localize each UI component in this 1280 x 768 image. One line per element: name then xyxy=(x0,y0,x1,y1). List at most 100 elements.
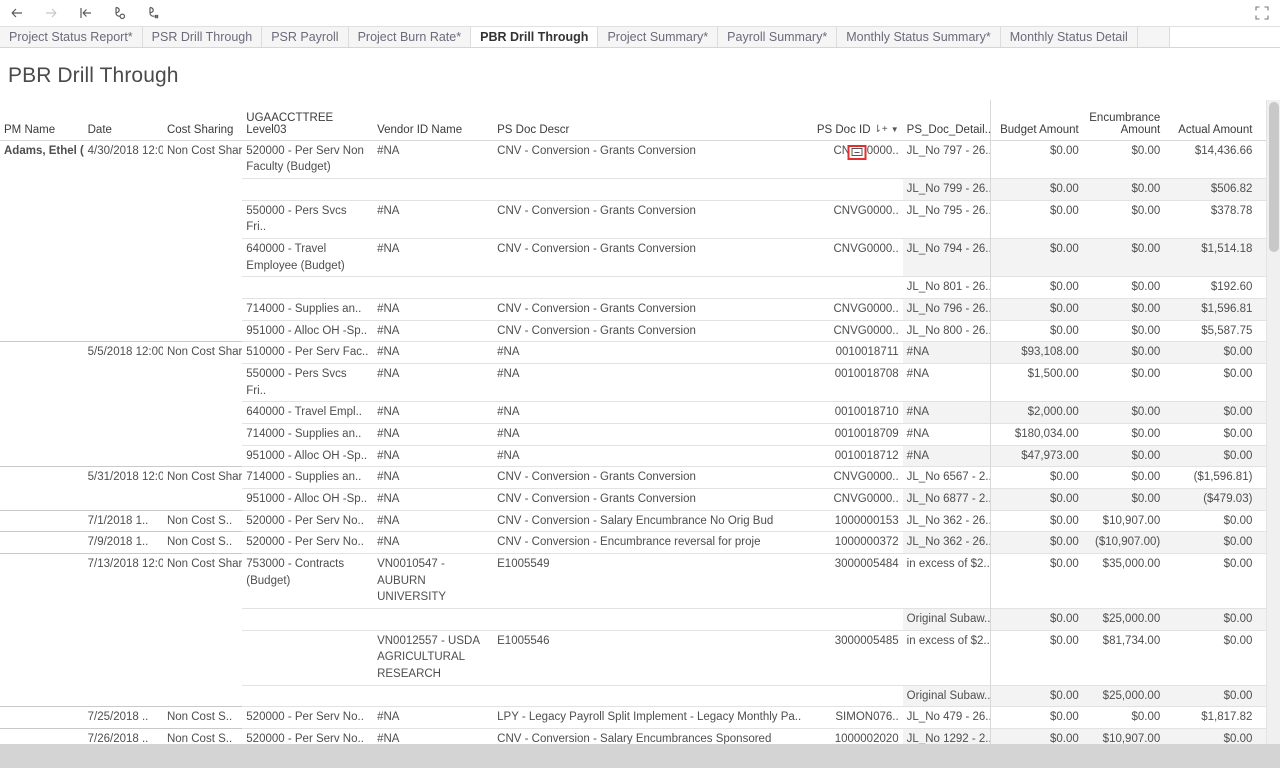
cell-cost_sharing[interactable] xyxy=(163,178,242,200)
cell-doc_descr[interactable]: CNV - Conversion - Encumbrance reversal … xyxy=(493,531,811,554)
cell-pm_name[interactable] xyxy=(0,552,84,609)
cell-account_tree[interactable]: 520000 - Per Serv No.. xyxy=(242,509,374,532)
cell-doc_descr[interactable] xyxy=(493,177,811,201)
tab-psr-drill-through[interactable]: PSR Drill Through xyxy=(142,27,263,47)
cell-date[interactable] xyxy=(84,630,163,685)
cell-actual[interactable]: $0.00 xyxy=(1164,401,1257,424)
cell-doc_detail[interactable]: JL_No 801 - 26.. xyxy=(902,276,991,299)
table-row[interactable]: VN0012557 - USDA AGRICULTURAL RESEARCH E1… xyxy=(0,629,1280,686)
cell-budget[interactable]: $0.00 xyxy=(990,552,1083,609)
cell-actual[interactable]: $0.00 xyxy=(1164,422,1257,446)
cell-doc_detail[interactable]: #NA xyxy=(902,401,991,424)
cell-doc_descr[interactable]: CNV - Conversion - Grants Conversion xyxy=(493,237,811,277)
refresh-data-icon[interactable] xyxy=(102,0,136,26)
cell-vendor[interactable]: #NA xyxy=(373,531,494,554)
cell-account_tree[interactable]: 510000 - Per Serv Fac.. xyxy=(242,341,374,364)
cell-doc_detail[interactable]: in excess of $2.. xyxy=(902,629,991,686)
column-header-vendor-id-name[interactable]: Vendor ID Name xyxy=(373,100,494,141)
cell-actual[interactable]: $0.00 xyxy=(1164,531,1257,554)
cell-cost_sharing[interactable]: Non Cost S.. xyxy=(162,509,243,532)
cell-doc_descr[interactable] xyxy=(493,607,811,631)
cell-doc_detail[interactable]: JL_No 479 - 26.. xyxy=(902,706,991,729)
cell-cost_sharing[interactable] xyxy=(163,200,242,238)
cell-cost_sharing[interactable] xyxy=(163,363,242,401)
cell-cost_sharing[interactable]: Non Cost Sharing xyxy=(163,140,242,178)
tab-psr-payroll[interactable]: PSR Payroll xyxy=(262,27,349,47)
table-row[interactable]: 7/9/2018 1.. Non Cost S.. 520000 - Per Ser… xyxy=(0,531,1280,554)
cell-pm_name[interactable] xyxy=(0,706,84,729)
cell-account_tree[interactable]: 951000 - Alloc OH -Sp.. xyxy=(242,319,374,342)
cell-encumbrance[interactable]: $0.00 xyxy=(1082,487,1165,511)
cell-date[interactable]: 5/5/2018 12:00:00 AM xyxy=(83,341,163,364)
column-header-pm-name[interactable]: PM Name xyxy=(0,100,84,141)
cell-actual[interactable]: $0.00 xyxy=(1164,629,1257,686)
cell-encumbrance[interactable]: $0.00 xyxy=(1082,341,1165,364)
cell-actual[interactable]: $1,596.81 xyxy=(1164,297,1257,321)
cell-doc_id[interactable]: CNVG0000.. xyxy=(810,237,903,277)
cell-actual[interactable]: $0.00 xyxy=(1164,607,1257,631)
cell-budget[interactable]: $0.00 xyxy=(990,629,1083,686)
cell-encumbrance[interactable]: $25,000.00 xyxy=(1082,607,1165,631)
cell-doc_id[interactable]: CNVG0000.. xyxy=(810,297,903,321)
cell-account_tree[interactable]: 951000 - Alloc OH -Sp.. xyxy=(242,487,374,511)
cell-doc_detail[interactable]: in excess of $2.. xyxy=(902,552,991,609)
cell-date[interactable]: 7/25/2018 .. xyxy=(83,706,163,729)
cell-vendor[interactable]: #NA xyxy=(373,140,493,178)
cell-encumbrance[interactable]: $10,907.00 xyxy=(1082,509,1165,532)
cell-budget[interactable]: $180,034.00 xyxy=(990,422,1083,446)
cell-cost_sharing[interactable] xyxy=(163,608,242,630)
cell-actual[interactable]: ($1,596.81) xyxy=(1164,466,1257,489)
cell-vendor[interactable]: VN0012557 - USDA AGRICULTURAL RESEARCH xyxy=(373,629,494,686)
cell-actual[interactable]: $5,587.75 xyxy=(1164,319,1257,342)
cell-cost_sharing[interactable]: Non Cost Sharing xyxy=(162,552,243,609)
column-header-encumbrance-amount[interactable]: Encumbrance Amount xyxy=(1082,100,1165,141)
cell-date[interactable] xyxy=(84,423,163,445)
cell-doc_id[interactable]: 0010018708 xyxy=(810,362,903,402)
cell-budget[interactable]: $0.00 xyxy=(990,487,1083,511)
cell-budget[interactable]: $1,500.00 xyxy=(990,362,1083,402)
cell-doc_descr[interactable]: LPY - Legacy Payroll Split Implement - L… xyxy=(493,706,811,729)
cell-doc_detail[interactable]: JL_No 796 - 26.. xyxy=(902,297,991,321)
cell-budget[interactable]: $2,000.00 xyxy=(990,401,1083,424)
cell-doc_id[interactable]: 1000000153 xyxy=(810,509,903,532)
cell-doc_id[interactable]: CNVG0000.. xyxy=(810,487,903,511)
table-row[interactable]: 550000 - Pers Svcs Fri.. #NA CNV - Convers… xyxy=(0,199,1280,239)
cell-doc_descr[interactable]: #NA xyxy=(493,422,811,446)
cell-actual[interactable]: $378.78 xyxy=(1164,199,1257,239)
cell-date[interactable] xyxy=(84,178,163,200)
cell-budget[interactable]: $0.00 xyxy=(990,276,1083,299)
cell-doc_detail[interactable]: #NA xyxy=(902,422,991,446)
cell-doc_id[interactable]: CNVG0000.. xyxy=(810,199,903,239)
table-row[interactable]: 714000 - Supplies an.. #NA #NA 0010018709 #N… xyxy=(0,422,1280,446)
cell-cost_sharing[interactable]: Non Cost Sharing xyxy=(162,341,243,364)
cell-date[interactable] xyxy=(84,320,163,342)
cell-pm_name[interactable] xyxy=(0,238,84,276)
cell-doc_id[interactable] xyxy=(810,684,903,707)
cell-cost_sharing[interactable]: Non Cost S.. xyxy=(162,531,243,554)
cell-pm_name[interactable] xyxy=(0,363,84,401)
cell-doc_id[interactable] xyxy=(810,276,903,299)
cell-actual[interactable]: $0.00 xyxy=(1164,684,1257,707)
cell-encumbrance[interactable]: $0.00 xyxy=(1082,422,1165,446)
cell-pm_name[interactable] xyxy=(0,277,84,299)
tab-payroll-summary[interactable]: Payroll Summary* xyxy=(718,27,838,47)
cell-vendor[interactable]: #NA xyxy=(373,237,494,277)
cell-doc_id[interactable] xyxy=(810,177,903,201)
cell-vendor[interactable]: #NA xyxy=(373,297,494,321)
cell-doc_detail[interactable]: #NA xyxy=(902,362,991,402)
cell-account_tree[interactable]: 550000 - Pers Svcs Fri.. xyxy=(242,199,374,239)
cell-vendor[interactable]: #NA xyxy=(373,341,494,364)
full-screen-icon[interactable] xyxy=(1252,3,1272,23)
cell-doc_id[interactable]: 3000005484 xyxy=(810,552,903,609)
cell-actual[interactable]: $0.00 xyxy=(1164,362,1257,402)
cell-doc_id[interactable]: 0010018712 xyxy=(810,444,903,467)
cell-budget[interactable]: $0.00 xyxy=(990,509,1083,532)
column-header-cost-sharing[interactable]: Cost Sharing xyxy=(162,100,243,141)
cell-cost_sharing[interactable]: Non Cost S.. xyxy=(162,706,243,729)
cell-account_tree[interactable]: 520000 - Per Serv No.. xyxy=(242,706,374,729)
table-row[interactable]: Original Subaw..$0.00$25,000.00$0.00($25… xyxy=(0,684,1280,707)
cell-actual[interactable]: $192.60 xyxy=(1164,276,1257,299)
cell-doc_descr[interactable]: CNV - Conversion - Grants Conversion xyxy=(493,297,811,321)
cell-cost_sharing[interactable]: Non Cost Sharing xyxy=(162,466,243,489)
cell-cost_sharing[interactable] xyxy=(163,298,242,320)
